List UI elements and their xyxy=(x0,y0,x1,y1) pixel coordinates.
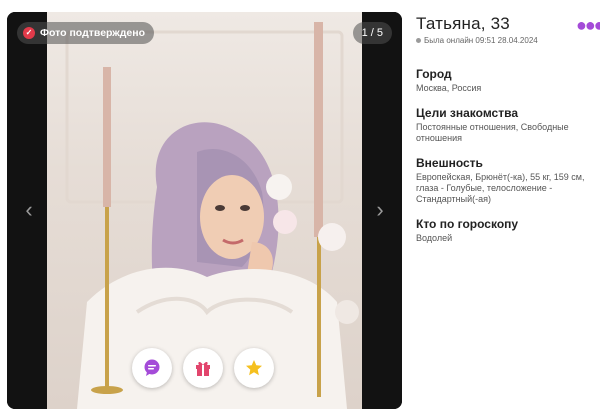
photo-counter: 1 / 5 xyxy=(352,22,392,44)
section-title: Кто по гороскопу xyxy=(416,217,519,231)
chat-bubble-icon xyxy=(144,359,160,376)
profile-info: Татьяна, 33 Была онлайн 09:51 28.04.2024… xyxy=(416,14,596,244)
photo-verified-badge: ✓ Фото подтверждено xyxy=(17,22,155,44)
star-icon xyxy=(246,360,262,376)
section-value: Москва, Россия xyxy=(416,83,482,93)
section-city: Город Москва, Россия xyxy=(416,67,596,94)
photo-gallery[interactable]: ✓ Фото подтверждено 1 / 5 ‹ › xyxy=(7,12,402,409)
section-title: Цели знакомства xyxy=(416,106,518,120)
check-icon: ✓ xyxy=(23,27,35,39)
status-dot-icon xyxy=(416,38,421,43)
next-photo-arrow-icon[interactable]: › xyxy=(370,197,390,222)
photo-actions xyxy=(132,348,274,388)
gift-icon xyxy=(196,361,210,376)
section-value: Постоянные отношения, Свободные отношени… xyxy=(416,122,569,143)
section-value: Водолей xyxy=(416,233,453,243)
online-status-text: Была онлайн 09:51 28.04.2024 xyxy=(424,36,538,45)
section-goals: Цели знакомства Постоянные отношения, Св… xyxy=(416,106,596,144)
photo-verified-label: Фото подтверждено xyxy=(40,27,146,39)
gift-button[interactable] xyxy=(183,348,223,388)
favorite-button[interactable] xyxy=(234,348,274,388)
section-title: Внешность xyxy=(416,156,483,170)
prev-photo-arrow-icon[interactable]: ‹ xyxy=(19,197,39,222)
section-appearance: Внешность Европейская, Брюнёт(-ка), 55 к… xyxy=(416,156,596,205)
online-status: Была онлайн 09:51 28.04.2024 xyxy=(416,36,596,45)
profile-name: Татьяна, 33 xyxy=(416,14,510,33)
section-title: Город xyxy=(416,67,452,81)
section-horoscope: Кто по гороскопу Водолей xyxy=(416,217,596,244)
section-value: Европейская, Брюнёт(-ка), 55 кг, 159 см,… xyxy=(416,172,585,204)
message-button[interactable] xyxy=(132,348,172,388)
